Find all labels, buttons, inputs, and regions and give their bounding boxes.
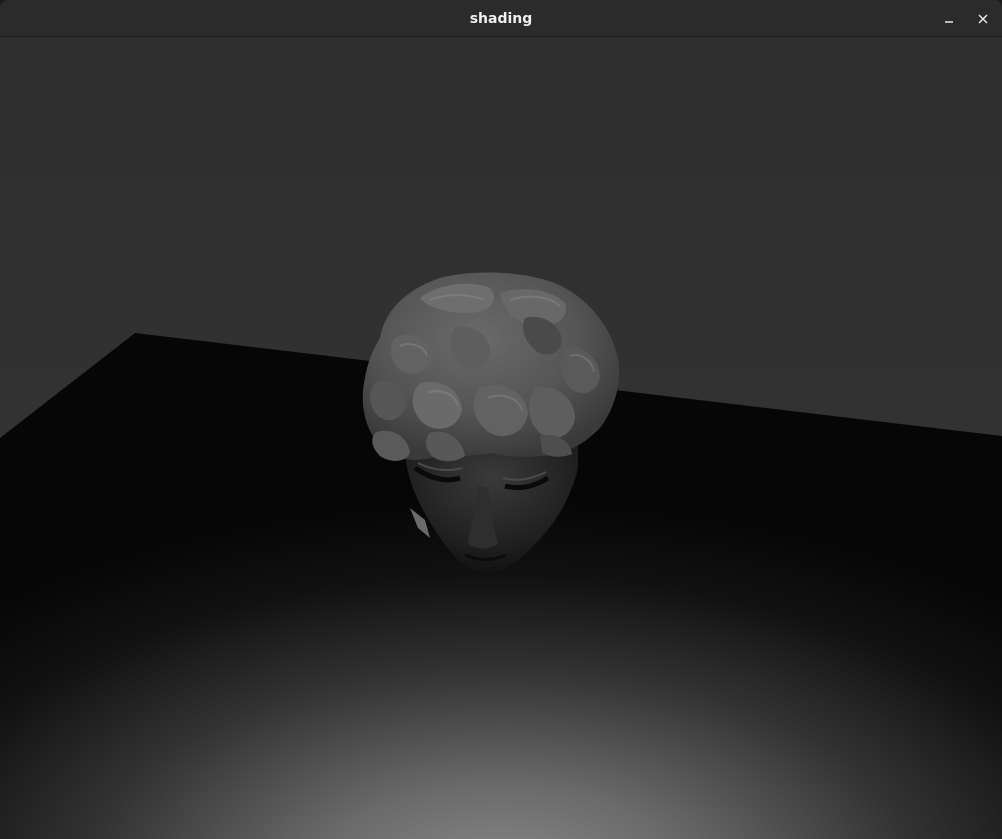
title-bar[interactable]: shading — [0, 0, 1002, 37]
app-window: shading — [0, 0, 1002, 839]
minimize-button[interactable] — [937, 7, 961, 31]
render-viewport[interactable] — [0, 38, 1002, 839]
minimize-icon — [945, 21, 953, 23]
window-title: shading — [469, 11, 533, 27]
scene-canvas — [0, 38, 1002, 839]
close-icon — [978, 14, 988, 24]
close-button[interactable] — [971, 7, 995, 31]
